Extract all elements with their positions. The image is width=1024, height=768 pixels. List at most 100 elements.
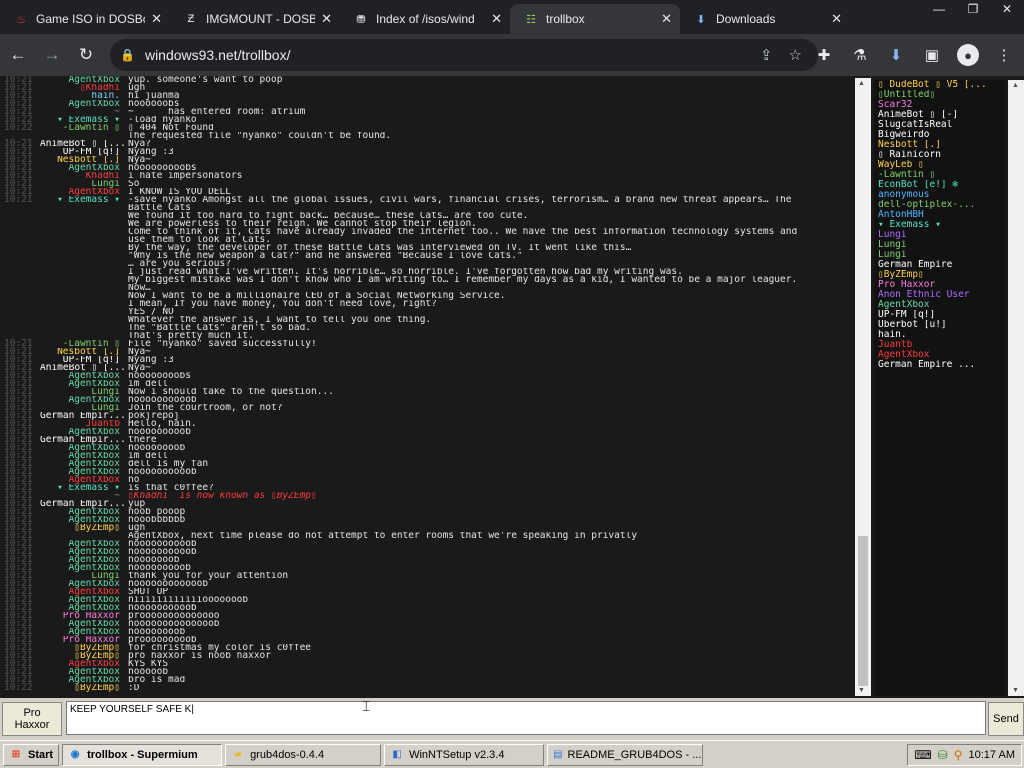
user-list-item[interactable]: Lungi [878,230,1006,240]
reload-button[interactable]: ↻ [70,39,102,71]
message-nick[interactable]: ▾ Exemass ▾ [40,484,128,492]
user-list-item[interactable]: UP-FM [q!] [878,310,1006,320]
labs-flask-icon[interactable]: ⚗ [844,39,876,71]
browser-tab[interactable]: Ƶ IMGMOUNT - DOSB ✕ [170,4,340,34]
message-nick[interactable] [40,244,128,252]
message-nick[interactable]: Pro Haxxor [40,612,128,620]
message-nick[interactable]: Lungi [40,572,128,580]
user-list-item[interactable]: EconBot [e!] ❄ [878,180,1006,190]
user-list-item[interactable]: German Empire [878,260,1006,270]
message-nick[interactable] [40,332,128,340]
user-list-item[interactable]: AgentXbox [878,350,1006,360]
message-nick[interactable]: Nesbott [.] [40,348,128,356]
close-tab-icon[interactable]: ✕ [321,11,332,27]
message-nick[interactable]: AnimeBot ▯ [... [40,364,128,372]
user-list-item[interactable]: Juantb [878,340,1006,350]
user-list-item[interactable]: hain. [878,330,1006,340]
extensions-icon[interactable]: ✚ [808,39,840,71]
browser-tab[interactable]: ♨ Game ISO in DOSBo ✕ [0,4,170,34]
message-nick[interactable]: AgentXbox [40,540,128,548]
message-nick[interactable]: AgentXbox [40,516,128,524]
search-icon[interactable]: ⚲ [954,748,963,762]
message-nick[interactable]: hain. [40,92,128,100]
message-nick[interactable]: AgentXbox [40,596,128,604]
message-nick[interactable]: ~ [40,492,128,500]
message-nick[interactable]: AgentXbox [40,580,128,588]
message-nick[interactable]: Lungi [40,388,128,396]
message-nick[interactable]: -Lawntin ▯ [40,124,128,132]
message-nick[interactable]: AgentXbox [40,372,128,380]
user-list-item[interactable]: ▯ DudeBot ▯ V5 [... [878,80,1006,90]
browser-tab[interactable]: ☷ trollbox ✕ [510,4,680,34]
send-button[interactable]: Send [988,702,1024,736]
user-list-item[interactable]: anonymous [878,190,1006,200]
user-list-item[interactable]: AnimeBot ▯ [-] [878,110,1006,120]
message-nick[interactable]: AgentXbox [40,76,128,84]
user-list-item[interactable]: Uberbot [u!] [878,320,1006,330]
message-nick[interactable]: Pro Haxxor [40,636,128,644]
message-nick[interactable] [40,236,128,244]
close-tab-icon[interactable]: ✕ [491,11,502,27]
message-nick[interactable]: AgentXbox [40,660,128,668]
message-nick[interactable]: ▯Khadhi [40,84,128,92]
message-nick[interactable]: AgentXbox [40,620,128,628]
user-list-item[interactable]: WayLeb ▯ [878,160,1006,170]
message-nick[interactable]: AnimeBot ▯ [... [40,140,128,148]
message-nick[interactable]: AgentXbox [40,548,128,556]
message-nick[interactable] [40,276,128,284]
close-window-button[interactable]: ✕ [990,0,1024,18]
message-nick[interactable]: AgentXbox [40,564,128,572]
close-tab-icon[interactable]: ✕ [831,11,842,27]
message-nick[interactable]: AgentXbox [40,396,128,404]
lock-icon[interactable]: 🔒 [120,48,135,62]
message-nick[interactable] [40,292,128,300]
close-tab-icon[interactable]: ✕ [661,11,672,27]
user-list-item[interactable]: SlugcatIsReal [878,120,1006,130]
message-nick[interactable]: AgentXbox [40,676,128,684]
taskbar-window-button[interactable]: ◉ trollbox - Supermium [62,743,223,766]
message-nick[interactable] [40,252,128,260]
minimize-button[interactable]: — [922,0,956,18]
page-scrollbar[interactable]: ▲ ▼ [1008,80,1024,696]
message-nick[interactable] [40,228,128,236]
message-nick[interactable]: German Empir... [40,436,128,444]
message-nick[interactable]: AgentXbox [40,444,128,452]
user-list-item[interactable]: ▯ Rainicorn [878,150,1006,160]
user-list-item[interactable]: -Lawntin ▯ [878,170,1006,180]
network-icon[interactable]: ⛁ [938,748,948,762]
browser-tab[interactable]: ⬇ Downloads ✕ [680,4,850,34]
keyboard-icon[interactable]: ⌨ [914,748,931,762]
scroll-down-arrow-icon[interactable]: ▼ [858,687,865,694]
url-text[interactable]: windows93.net/trollbox/ [145,47,760,63]
message-nick[interactable]: AgentXbox [40,668,128,676]
message-nick[interactable]: AgentXbox [40,460,128,468]
nickname-button[interactable]: Pro Haxxor [2,702,62,736]
message-nick[interactable]: AgentXbox [40,604,128,612]
chat-scrollbar[interactable]: ▲ ▼ [855,78,871,696]
scroll-down-arrow-icon[interactable]: ▼ [1012,687,1019,694]
user-list-item[interactable]: ▾ Exemass ▾ [878,220,1006,230]
message-nick[interactable] [40,220,128,228]
message-nick[interactable]: AgentXbox [40,164,128,172]
message-nick[interactable]: German Empir... [40,412,128,420]
bookmark-star-icon[interactable]: ☆ [789,46,802,64]
message-nick[interactable] [40,284,128,292]
message-nick[interactable]: AgentXbox [40,452,128,460]
maximize-button[interactable]: ❐ [956,0,990,18]
message-nick[interactable]: AgentXbox [40,476,128,484]
message-nick[interactable] [40,268,128,276]
message-nick[interactable]: Lungi [40,404,128,412]
message-nick[interactable] [40,300,128,308]
message-nick[interactable]: AgentXbox [40,556,128,564]
download-progress-icon[interactable]: ⬇ [880,39,912,71]
message-nick[interactable]: AgentXbox [40,380,128,388]
message-nick[interactable] [40,308,128,316]
side-panel-icon[interactable]: ▣ [916,39,948,71]
message-nick[interactable]: AgentXbox [40,468,128,476]
user-list-item[interactable]: AgentXbox [878,300,1006,310]
user-list-item[interactable]: ▯Untitled▯ [878,90,1006,100]
message-nick[interactable]: Juantb [40,420,128,428]
back-button[interactable]: ← [2,39,34,71]
message-nick[interactable]: AgentXbox [40,428,128,436]
message-nick[interactable]: ▾ Exemass ▾ [40,196,128,204]
